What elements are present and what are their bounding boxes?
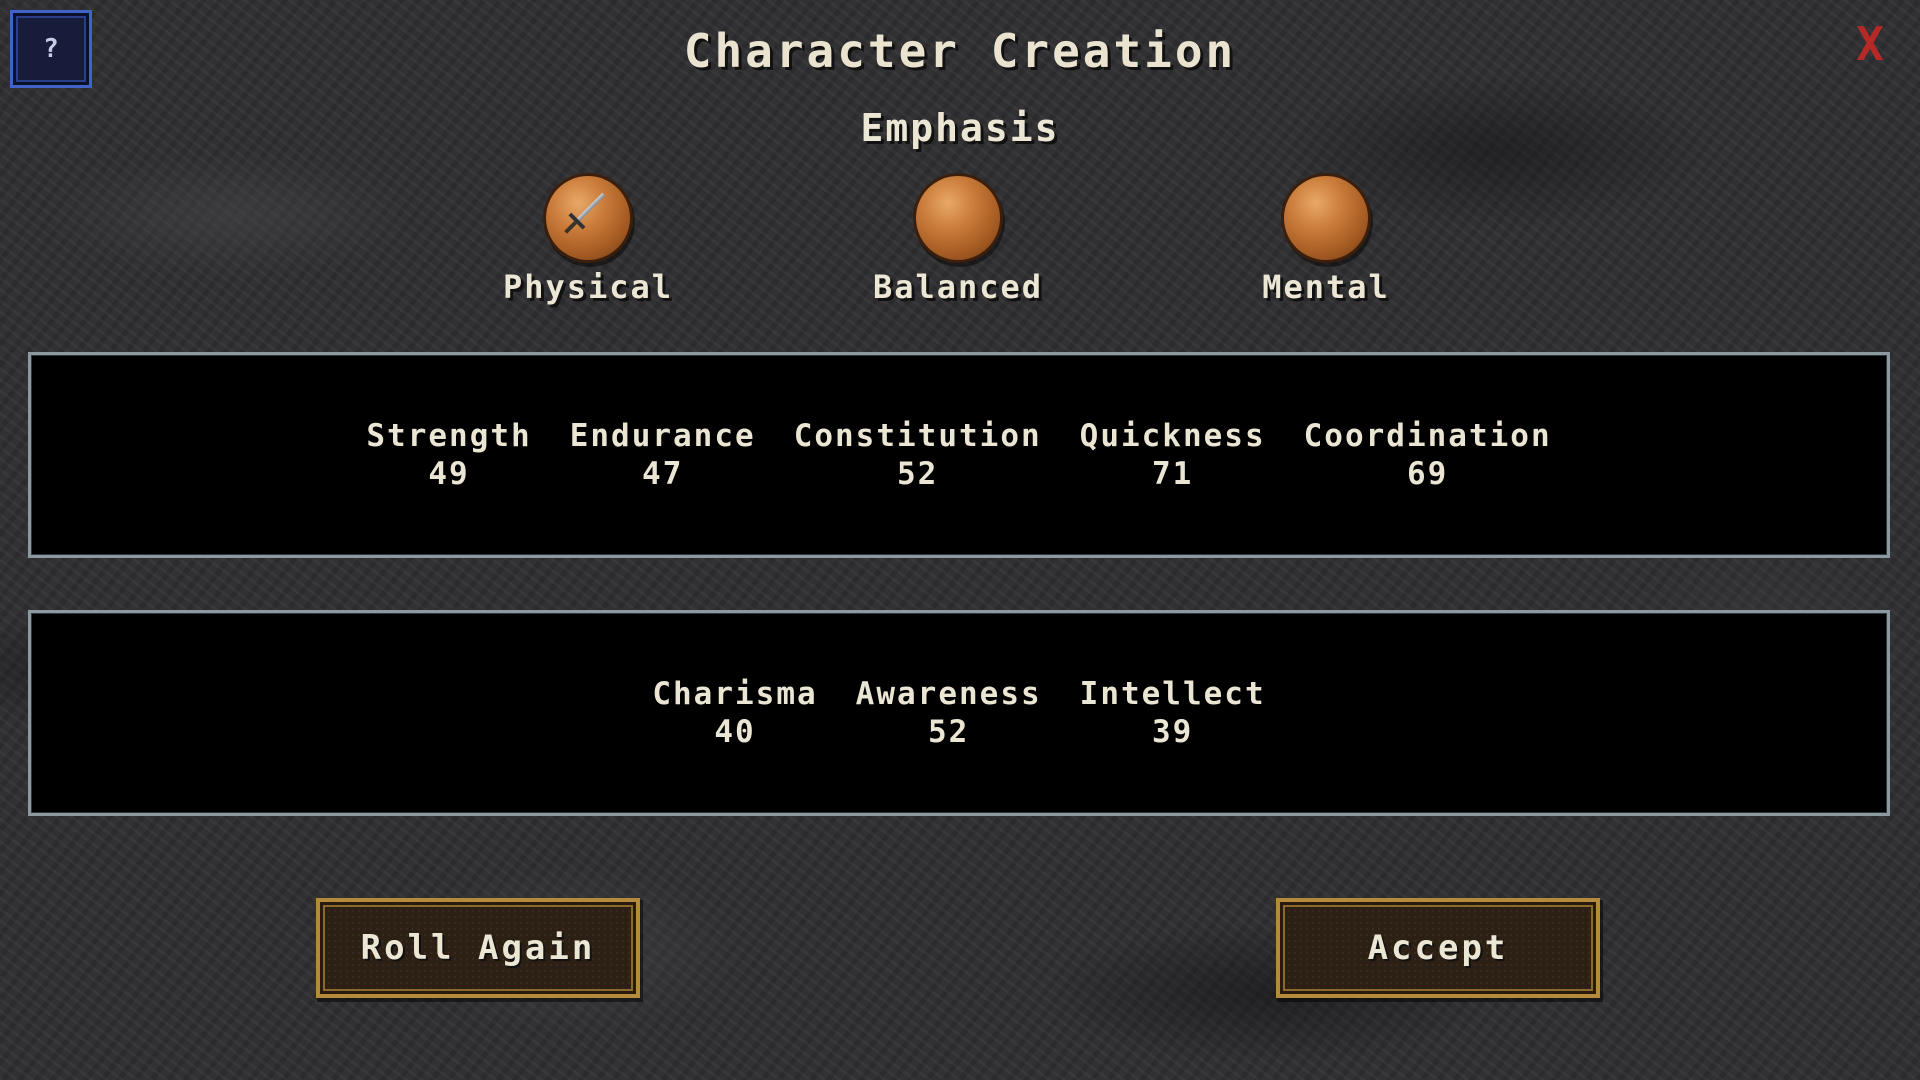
close-icon: X	[1856, 17, 1884, 71]
physical-stats-panel: Strength 49 Endurance 47 Constitution 52…	[28, 352, 1890, 558]
emphasis-option-balanced[interactable]: Balanced	[828, 176, 1088, 306]
sword-orb-icon	[546, 176, 630, 260]
emphasis-heading: Emphasis	[860, 106, 1060, 150]
stat-value: 52	[897, 456, 939, 492]
stat-name: Intellect	[1079, 676, 1266, 712]
stat-quickness: Quickness 71	[1080, 417, 1266, 493]
accept-button[interactable]: Accept	[1276, 898, 1600, 998]
stat-value: 47	[642, 456, 684, 492]
stat-value: 69	[1406, 456, 1449, 492]
stat-value: 40	[714, 714, 756, 750]
stat-endurance: Endurance 47	[570, 417, 756, 493]
stat-strength: Strength 49	[366, 417, 531, 493]
roll-again-button[interactable]: Roll Again	[316, 898, 640, 998]
page-title: Character Creation	[683, 24, 1237, 78]
emphasis-option-physical[interactable]: Physical	[458, 176, 718, 306]
stat-name: Quickness	[1079, 418, 1266, 454]
stat-name: Endurance	[569, 418, 756, 454]
stat-coordination: Coordination 69	[1304, 417, 1552, 493]
stat-intellect: Intellect 39	[1080, 675, 1266, 751]
sword-icon	[561, 191, 606, 236]
stat-constitution: Constitution 52	[794, 417, 1042, 493]
stat-value: 71	[1151, 456, 1194, 492]
orb-icon	[1284, 176, 1368, 260]
emphasis-label-physical: Physical	[502, 268, 674, 306]
stat-name: Awareness	[855, 676, 1042, 712]
emphasis-label-balanced: Balanced	[872, 268, 1044, 306]
stat-charisma: Charisma 40	[652, 675, 817, 751]
stat-name: Charisma	[652, 676, 818, 712]
close-button[interactable]: X	[1848, 17, 1892, 71]
mental-stats-panel: Charisma 40 Awareness 52 Intellect 39	[28, 610, 1890, 816]
emphasis-option-mental[interactable]: Mental	[1196, 176, 1456, 306]
stat-name: Constitution	[793, 418, 1042, 454]
stat-name: Coordination	[1303, 418, 1552, 454]
stat-value: 39	[1151, 714, 1194, 750]
stat-value: 52	[928, 714, 970, 750]
stat-name: Strength	[366, 418, 532, 454]
emphasis-label-mental: Mental	[1262, 268, 1390, 306]
stat-value: 49	[428, 456, 470, 492]
stat-awareness: Awareness 52	[856, 675, 1042, 751]
orb-icon	[916, 176, 1000, 260]
